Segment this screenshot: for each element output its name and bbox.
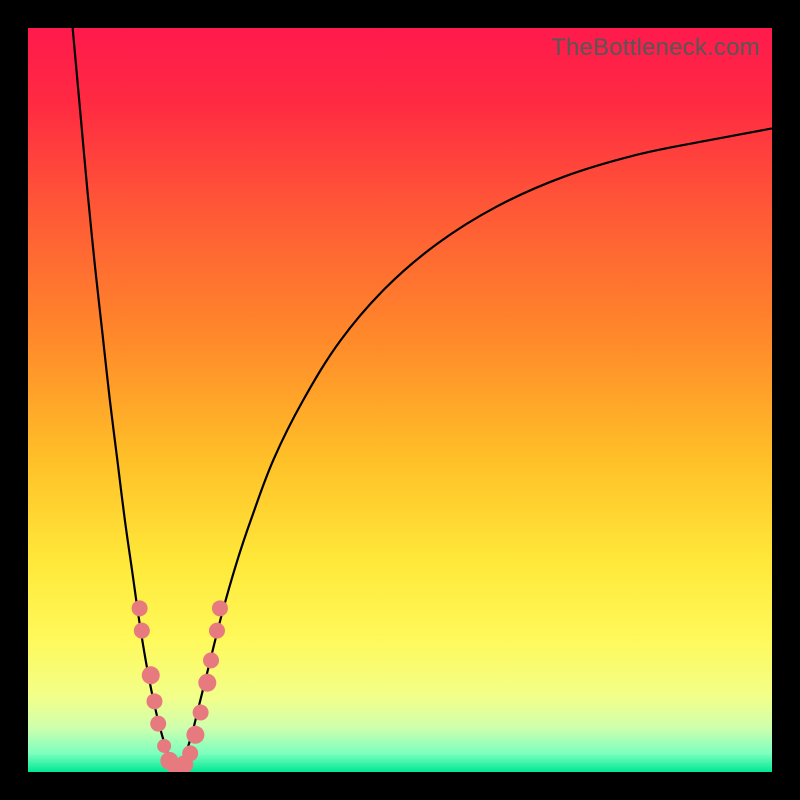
curve-layer <box>28 28 772 772</box>
data-marker <box>134 623 150 639</box>
data-marker <box>203 652 219 668</box>
data-marker <box>157 739 171 753</box>
outer-frame: TheBottleneck.com <box>0 0 800 800</box>
data-marker <box>142 666 160 684</box>
data-marker <box>186 726 204 744</box>
data-marker <box>182 745 198 761</box>
data-marker <box>150 716 166 732</box>
marker-group <box>132 600 228 772</box>
curve-left-branch <box>73 28 177 772</box>
curve-right-branch <box>177 128 772 772</box>
data-marker <box>193 704 209 720</box>
data-marker <box>132 600 148 616</box>
data-marker <box>198 674 216 692</box>
data-marker <box>209 623 225 639</box>
data-marker <box>212 600 228 616</box>
data-marker <box>146 693 162 709</box>
watermark-text: TheBottleneck.com <box>551 34 760 62</box>
plot-area: TheBottleneck.com <box>28 28 772 772</box>
